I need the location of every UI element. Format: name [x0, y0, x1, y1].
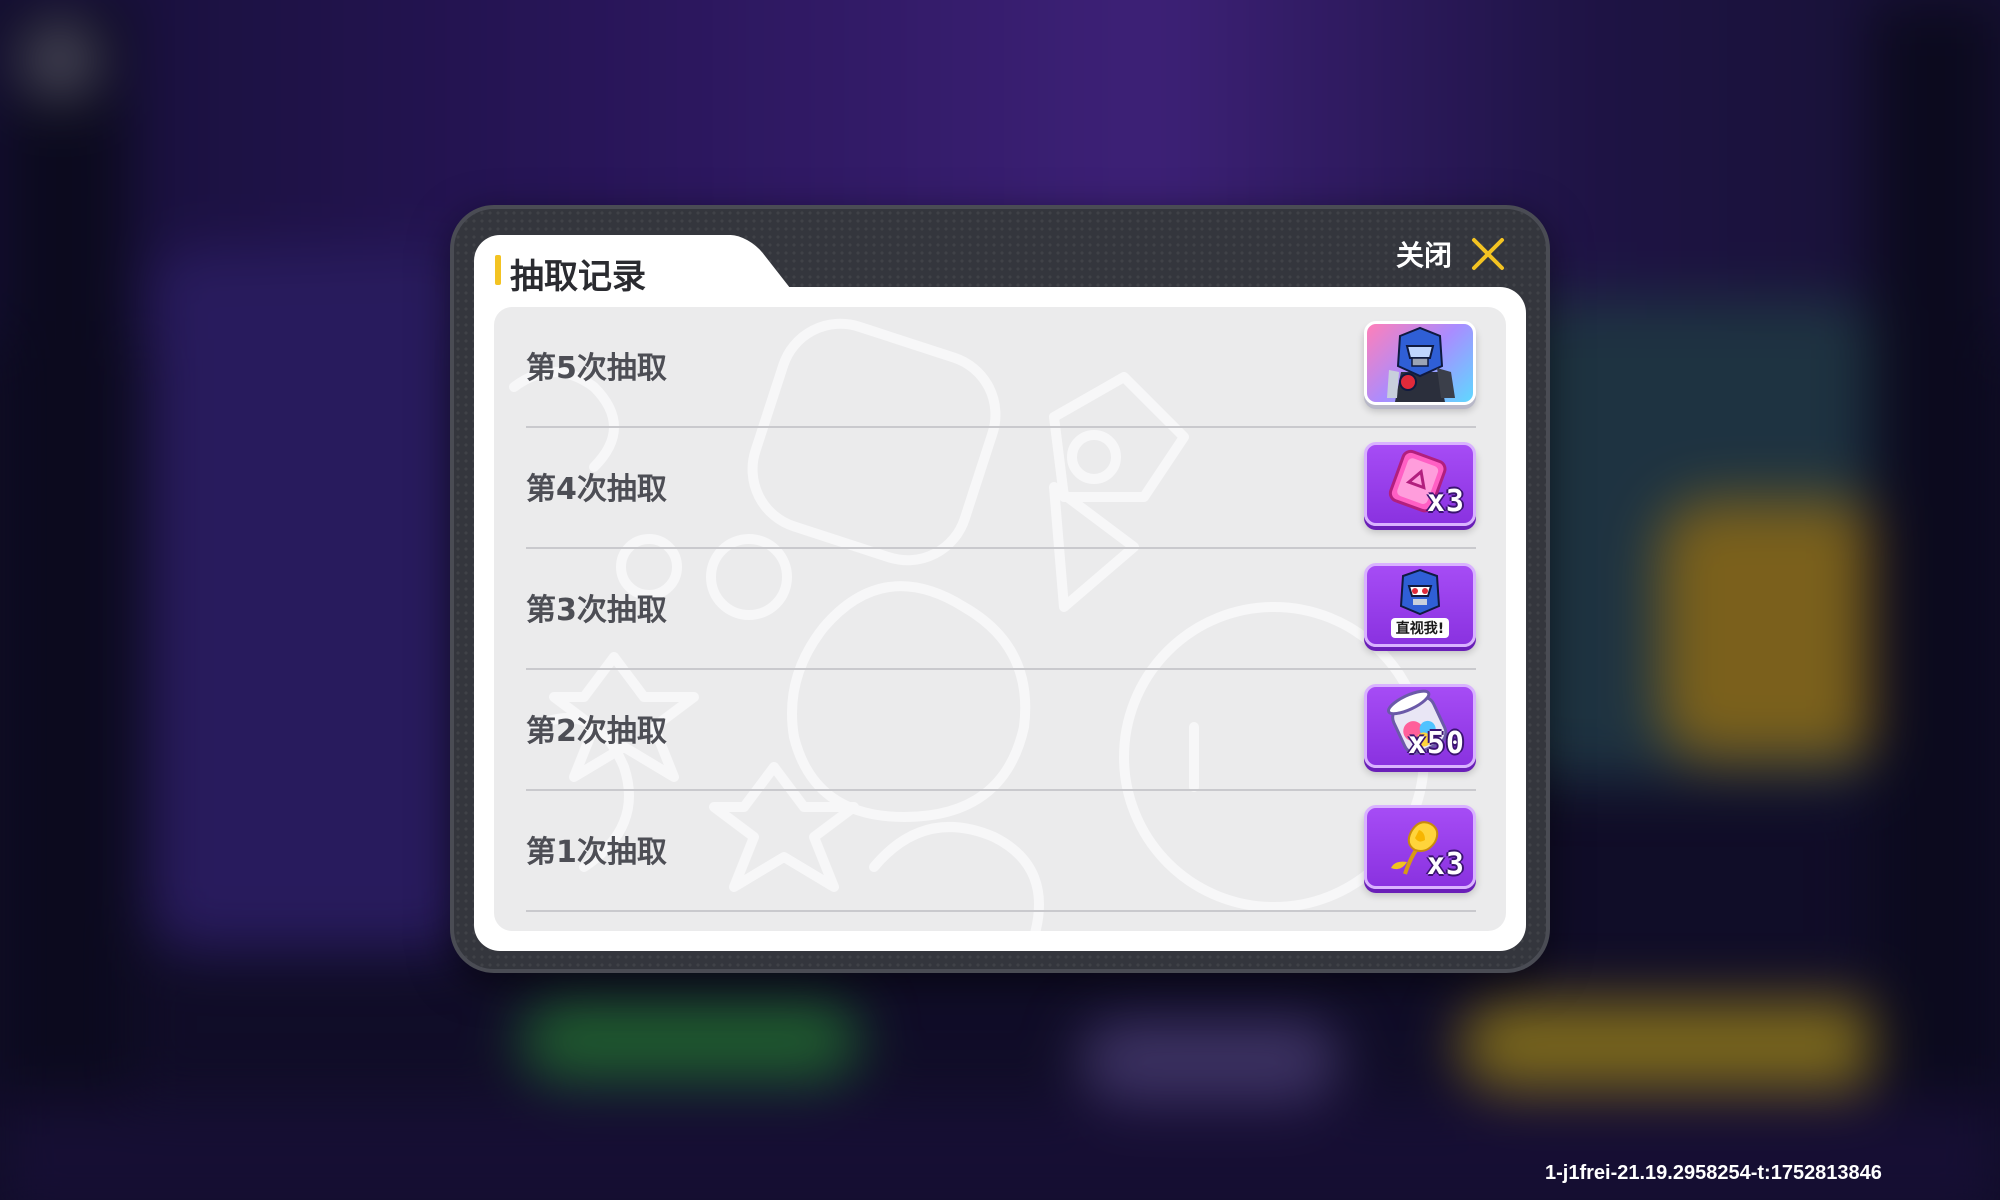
record-row-5: 第5次抽取 [494, 307, 1506, 428]
reward-slot[interactable]: 直视我! [1364, 563, 1476, 647]
hero-robot-portrait-icon [1387, 326, 1455, 402]
record-label: 第4次抽取 [526, 472, 667, 507]
close-icon[interactable] [1470, 236, 1506, 272]
reward-slot[interactable]: x50 [1364, 684, 1476, 768]
record-label: 第1次抽取 [526, 835, 667, 870]
draw-record-dialog: 第5次抽取 第4次抽取 x3 第3次抽取 直视我! 第2次抽取 x50 第1次抽… [450, 205, 1550, 973]
robot-sticker-icon: 直视我! [1391, 568, 1449, 638]
close-label: 关闭 [1395, 239, 1452, 272]
record-label: 第5次抽取 [526, 351, 667, 386]
record-panel: 第5次抽取 第4次抽取 x3 第3次抽取 直视我! 第2次抽取 x50 第1次抽… [474, 287, 1526, 951]
record-row-2: 第2次抽取 x50 [494, 670, 1506, 791]
record-row-3: 第3次抽取 直视我! [494, 549, 1506, 670]
dialog-title: 抽取记录 [510, 257, 646, 297]
reward-quantity: x3 [1426, 484, 1465, 519]
tab-accent-bar [495, 255, 501, 285]
record-list[interactable]: 第5次抽取 第4次抽取 x3 第3次抽取 直视我! 第2次抽取 x50 第1次抽… [494, 307, 1506, 931]
row-divider [526, 910, 1476, 912]
reward-slot[interactable]: x3 [1364, 442, 1476, 526]
sticker-text: 直视我! [1396, 620, 1444, 637]
close-button[interactable]: 关闭 [1396, 229, 1506, 279]
record-label: 第2次抽取 [526, 714, 667, 749]
reward-slot[interactable]: x3 [1364, 805, 1476, 889]
reward-quantity: x50 [1407, 726, 1465, 761]
record-row-4: 第4次抽取 x3 [494, 428, 1506, 549]
reward-quantity: x3 [1426, 847, 1465, 882]
reward-slot[interactable] [1364, 321, 1476, 405]
game-screen: 第5次抽取 第4次抽取 x3 第3次抽取 直视我! 第2次抽取 x50 第1次抽… [0, 0, 2000, 1200]
record-row-1: 第1次抽取 x3 [494, 791, 1506, 912]
record-label: 第3次抽取 [526, 593, 667, 628]
version-build-text: 1-j1frei-21.19.2958254-t:1752813846 [1545, 1162, 1882, 1184]
